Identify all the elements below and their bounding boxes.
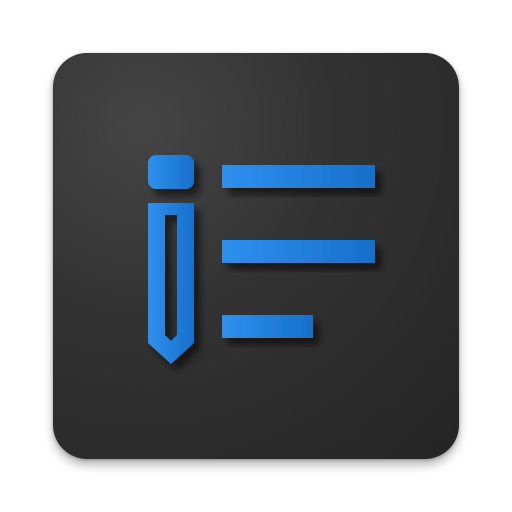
list-line-3: [222, 315, 313, 338]
app-icon-tile[interactable]: [53, 53, 459, 459]
notes-list-edit-icon: [148, 155, 375, 364]
pencil-body-shape: [148, 203, 194, 364]
list-line-1: [222, 165, 375, 188]
list-line-2: [222, 240, 375, 263]
app-icon-canvas: [0, 0, 512, 512]
pencil-cap-shape: [148, 155, 194, 189]
